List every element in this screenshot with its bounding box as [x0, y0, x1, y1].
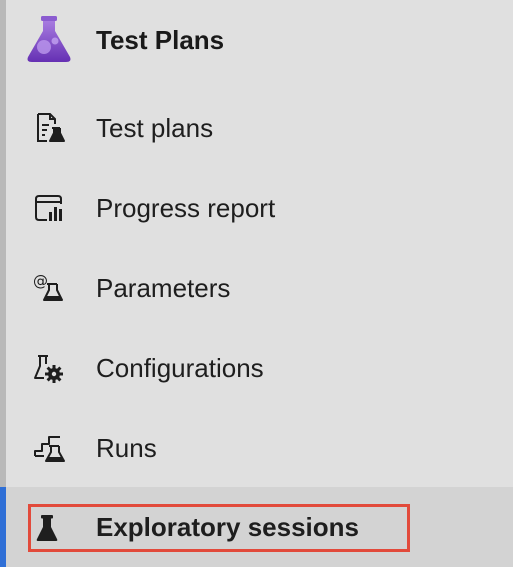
configurations-icon [30, 350, 70, 386]
nav-item-label: Progress report [96, 193, 276, 223]
runs-icon [30, 430, 70, 466]
nav-item-exploratory-sessions[interactable]: Exploratory sessions [0, 487, 513, 567]
nav-item-progress-report[interactable]: Progress report [0, 168, 513, 248]
selection-indicator [0, 487, 6, 567]
parameters-icon: @ [30, 270, 70, 306]
nav-item-label: Parameters [96, 273, 231, 303]
navigation-pane: Test Plans Test plans Progress report @ … [0, 0, 513, 567]
app-title: Test Plans [96, 25, 225, 55]
nav-item-label: Test plans [96, 113, 214, 143]
svg-text:@: @ [33, 272, 48, 290]
nav-item-configurations[interactable]: Configurations [0, 328, 513, 408]
progress-report-icon [30, 190, 70, 226]
test-plans-icon [30, 110, 70, 146]
nav-item-label: Runs [96, 433, 157, 463]
nav-item-parameters[interactable]: @ Parameters [0, 248, 513, 328]
nav-item-label: Configurations [96, 353, 264, 383]
highlight-outline [28, 504, 410, 552]
flask-icon [24, 14, 74, 64]
nav-item-test-plans[interactable]: Test plans [0, 88, 513, 168]
nav-header[interactable]: Test Plans [0, 0, 513, 82]
nav-item-runs[interactable]: Runs [0, 408, 513, 488]
